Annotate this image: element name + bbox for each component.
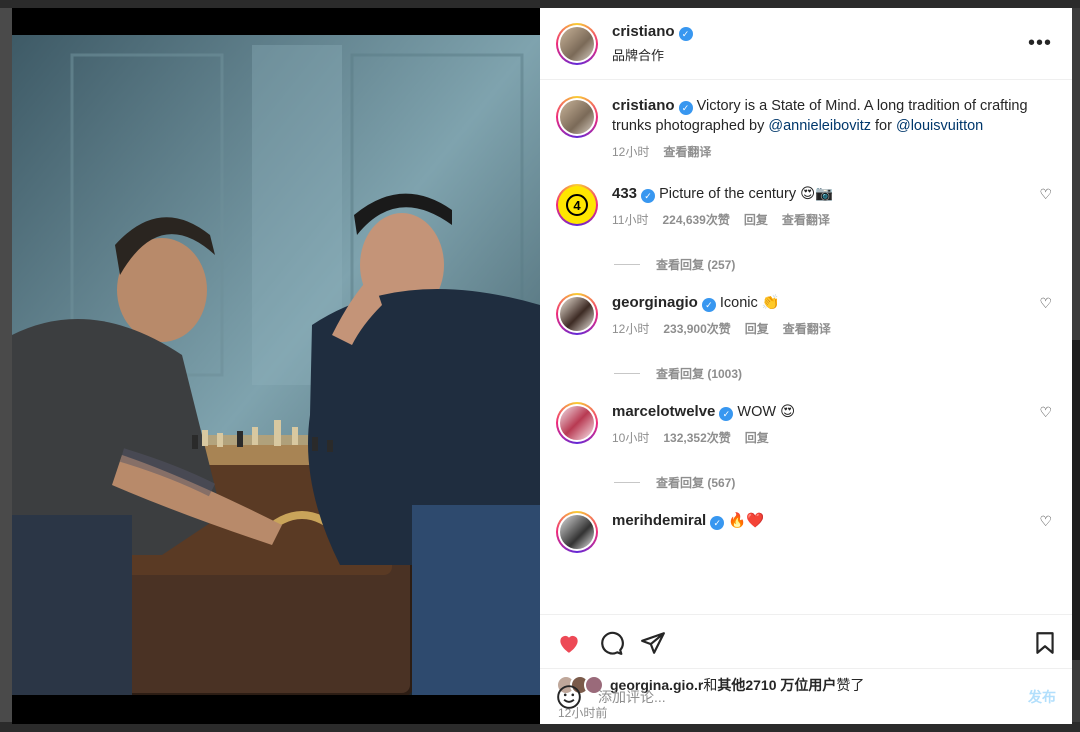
author-username[interactable]: cristiano: [612, 23, 675, 40]
verified-badge-icon: ✓: [678, 101, 693, 115]
comment-like-heart-icon[interactable]: ♡: [1039, 404, 1052, 421]
mention-link[interactable]: @louisvuitton: [896, 118, 983, 134]
save-bookmark-icon[interactable]: [1032, 630, 1058, 656]
share-paper-plane-icon[interactable]: [640, 630, 666, 656]
paid-partnership-label[interactable]: 品牌合作: [612, 45, 693, 64]
caption-username[interactable]: cristiano: [612, 97, 675, 114]
comment-time[interactable]: 11小时: [612, 213, 648, 227]
more-options-icon[interactable]: •••: [1028, 32, 1052, 55]
top-strip: [0, 0, 1080, 8]
post-comment-button[interactable]: 发布: [1028, 687, 1056, 707]
see-translation-button[interactable]: 查看翻译: [782, 213, 830, 227]
caption-avatar[interactable]: [556, 96, 598, 138]
add-comment-bar: 发布: [540, 668, 1072, 724]
commenter-avatar[interactable]: [556, 402, 598, 444]
backdrop-right-patch: [1072, 340, 1080, 660]
emoji-smiley-icon[interactable]: [556, 684, 582, 710]
post-header: cristiano ✓ 品牌合作 •••: [540, 8, 1072, 80]
comment-like-count[interactable]: 233,900次赞: [663, 322, 730, 336]
comment-like-heart-icon[interactable]: ♡: [1039, 186, 1052, 203]
comment-text: WOW 😍: [737, 404, 796, 420]
view-replies-button[interactable]: 查看回复 (257): [614, 256, 1056, 273]
comment-username[interactable]: 433: [612, 185, 637, 202]
comment-username[interactable]: georginagio: [612, 294, 698, 311]
reply-button[interactable]: 回复: [745, 322, 769, 336]
verified-badge-icon: ✓: [719, 407, 734, 421]
comment-username[interactable]: marcelotwelve: [612, 403, 715, 420]
comments-list[interactable]: cristiano ✓ Victory is a State of Mind. A…: [540, 80, 1072, 614]
comment-text: Picture of the century 😍📷: [659, 186, 834, 202]
reply-button[interactable]: 回复: [744, 213, 768, 227]
comment-time[interactable]: 10小时: [612, 431, 649, 445]
comment-row: merihdemiral ✓ 🔥❤️ ♡: [556, 511, 1056, 553]
verified-badge-icon: ✓: [701, 298, 716, 312]
commenter-avatar[interactable]: 4: [556, 184, 598, 226]
comment-username[interactable]: merihdemiral: [612, 512, 706, 529]
view-replies-button[interactable]: 查看回复 (1003): [614, 365, 1056, 382]
comment-text: 🔥❤️: [728, 513, 765, 529]
caption-row: cristiano ✓ Victory is a State of Mind. A…: [556, 96, 1056, 162]
comment-like-count[interactable]: 224,639次赞: [662, 213, 729, 227]
view-replies-button[interactable]: 查看回复 (567): [614, 474, 1056, 491]
chess-photo-illustration: [12, 35, 540, 695]
verified-badge-icon: ✓: [641, 189, 656, 203]
caption-text-mid: for: [870, 118, 896, 134]
comment-like-count[interactable]: 132,352次赞: [663, 431, 730, 445]
comment-bubble-icon[interactable]: [598, 630, 624, 656]
comment-like-heart-icon[interactable]: ♡: [1039, 513, 1052, 530]
post-actions-bar: [540, 614, 1072, 670]
verified-badge-icon: ✓: [678, 27, 693, 41]
post-modal: cristiano ✓ 品牌合作 ••• cristiano ✓ Victory i…: [12, 8, 1072, 724]
comment-input[interactable]: [598, 688, 1028, 705]
see-translation-button[interactable]: 查看翻译: [783, 322, 831, 336]
mention-link[interactable]: @annieleibovitz: [768, 118, 871, 134]
comment-row: marcelotwelve ✓ WOW 😍 10小时 132,352次赞 回复 ♡: [556, 402, 1056, 448]
comment-like-heart-icon[interactable]: ♡: [1039, 295, 1052, 312]
post-side-panel: cristiano ✓ 品牌合作 ••• cristiano ✓ Victory i…: [540, 8, 1072, 724]
commenter-avatar[interactable]: [556, 293, 598, 335]
comment-text: Iconic 👏: [719, 295, 780, 311]
author-avatar[interactable]: [556, 22, 598, 65]
post-photo[interactable]: [12, 8, 540, 724]
comment-time[interactable]: 12小时: [612, 322, 649, 336]
caption-time[interactable]: 12小时: [612, 145, 649, 159]
verified-badge-icon: ✓: [710, 516, 725, 530]
commenter-avatar[interactable]: [556, 511, 598, 553]
comment-row: georginagio ✓ Iconic 👏 12小时 233,900次赞 回复 查看翻…: [556, 293, 1056, 339]
comment-row: 4 433 ✓ Picture of the century 😍📷 11小时 224…: [556, 184, 1056, 230]
like-heart-icon[interactable]: [556, 630, 582, 656]
reply-button[interactable]: 回复: [745, 431, 769, 445]
see-translation-button[interactable]: 查看翻译: [663, 145, 711, 159]
